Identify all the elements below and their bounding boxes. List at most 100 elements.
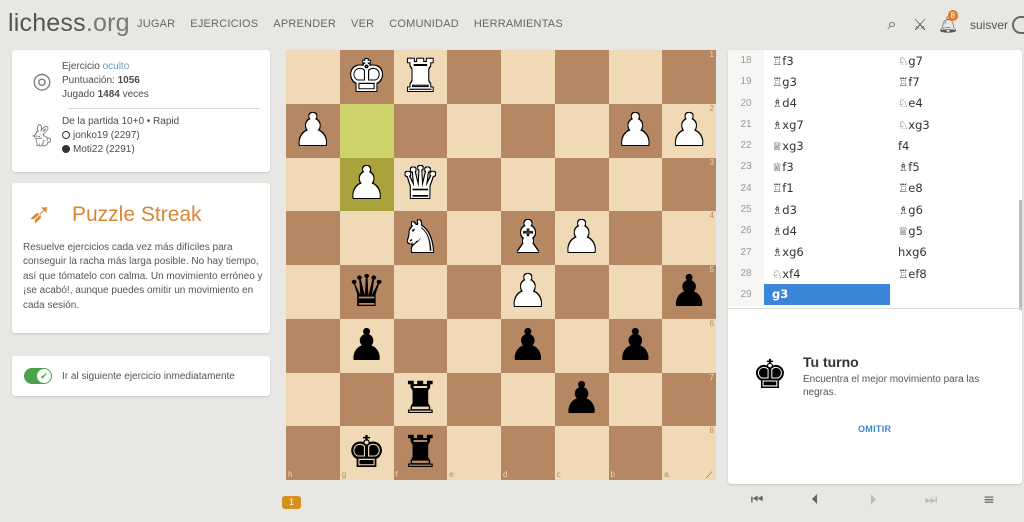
nav-herramientas[interactable]: HERRAMIENTAS — [474, 18, 563, 30]
square-f2[interactable] — [393, 103, 448, 158]
auto-next-toggle[interactable]: ✔ — [24, 368, 52, 384]
square-c5[interactable] — [554, 265, 609, 319]
square-f1[interactable]: ♜ — [393, 50, 448, 104]
square-a3[interactable]: 3 — [662, 157, 716, 212]
black-pawn-piece[interactable]: ♟ — [669, 269, 708, 314]
square-g7[interactable] — [339, 372, 394, 427]
square-c3[interactable] — [554, 157, 609, 212]
nav-ver[interactable]: VER — [351, 18, 374, 30]
square-h3[interactable] — [286, 157, 340, 212]
square-g4[interactable] — [339, 211, 394, 265]
white-move[interactable]: ♖f3 — [764, 54, 890, 68]
square-e3[interactable] — [447, 157, 501, 212]
square-d4[interactable]: ♝ — [501, 211, 555, 265]
nav-comunidad[interactable]: COMUNIDAD — [389, 18, 459, 30]
square-b4[interactable] — [608, 211, 663, 265]
square-d5[interactable]: ♟ — [501, 265, 555, 319]
square-d2[interactable] — [501, 103, 555, 158]
white-move[interactable]: ♗xg6 — [764, 245, 890, 259]
square-e1[interactable] — [447, 50, 501, 104]
white-pawn-piece[interactable]: ♟ — [508, 269, 547, 314]
square-a4[interactable]: 4 — [662, 211, 716, 265]
square-a5[interactable]: ♟ 5 — [662, 265, 716, 319]
square-e8[interactable]: e — [447, 426, 501, 480]
black-move[interactable]: ♕g5 — [890, 224, 1016, 238]
white-pawn-piece[interactable]: ♟ — [669, 108, 708, 153]
black-move[interactable]: ♘e4 — [890, 96, 1016, 110]
black-pawn-piece[interactable]: ♟ — [508, 323, 547, 368]
square-d6[interactable]: ♟ — [501, 318, 555, 373]
square-f7[interactable]: ♜ — [393, 372, 448, 427]
white-rook-piece[interactable]: ♜ — [401, 54, 440, 99]
square-h6[interactable] — [286, 318, 340, 373]
white-move[interactable]: g3 — [764, 284, 890, 306]
black-move[interactable]: ♘g7 — [890, 54, 1016, 68]
square-e7[interactable] — [447, 372, 501, 427]
exercise-hidden-link[interactable]: oculto — [103, 61, 130, 72]
square-h1[interactable] — [286, 50, 340, 104]
black-move[interactable]: f4 — [890, 139, 1016, 153]
white-move[interactable]: ♕f3 — [764, 160, 890, 174]
square-g3[interactable]: ♟ — [339, 157, 394, 212]
square-b7[interactable] — [608, 372, 663, 427]
menu-icon[interactable]: ≡ — [960, 492, 1018, 508]
black-queen-piece[interactable]: ♛ — [347, 269, 386, 314]
square-f3[interactable]: ♛ — [393, 157, 448, 212]
black-move[interactable]: ♗f5 — [890, 160, 1016, 174]
square-b2[interactable]: ♟ — [608, 103, 663, 158]
streak-title[interactable]: Puzzle Streak — [72, 203, 202, 227]
square-e6[interactable] — [447, 318, 501, 373]
black-king-piece[interactable]: ♚ — [347, 431, 386, 475]
black-move[interactable]: ♖f7 — [890, 75, 1016, 89]
white-move[interactable]: ♗d4 — [764, 96, 890, 110]
notification-bell-icon[interactable]: 🔔︎ 8 — [934, 10, 962, 38]
nav-jugar[interactable]: JUGAR — [137, 18, 175, 30]
square-d1[interactable] — [501, 50, 555, 104]
white-pawn-piece[interactable]: ♟ — [347, 162, 386, 206]
square-d7[interactable] — [501, 372, 555, 427]
white-move[interactable]: ♗d4 — [764, 224, 890, 238]
black-pawn-piece[interactable]: ♟ — [562, 377, 601, 421]
square-g2[interactable] — [339, 103, 394, 158]
black-player[interactable]: Moti22 (2291) — [73, 144, 135, 155]
square-g5[interactable]: ♛ — [339, 265, 394, 319]
square-e2[interactable] — [447, 103, 501, 158]
source-game-link[interactable]: De la partida 10+0 • Rapid — [62, 115, 179, 129]
search-icon[interactable]: ⌕ — [878, 12, 906, 38]
prev-move-button[interactable]: ⏴ — [786, 492, 844, 508]
white-move[interactable]: ♘xf4 — [764, 267, 890, 281]
square-c8[interactable]: c — [554, 426, 609, 480]
square-b8[interactable]: b — [608, 426, 663, 480]
black-move[interactable]: ♘xg3 — [890, 118, 1016, 132]
last-move-button[interactable]: ⏭ — [902, 492, 960, 508]
square-b1[interactable] — [608, 50, 663, 104]
first-move-button[interactable]: ⏮ — [728, 492, 786, 508]
white-knight-piece[interactable]: ♞ — [401, 216, 440, 260]
move-list-scrollbar[interactable] — [1019, 200, 1022, 310]
white-move[interactable]: ♗d3 — [764, 203, 890, 217]
black-rook-piece[interactable]: ♜ — [401, 431, 440, 475]
square-g6[interactable]: ♟ — [339, 318, 394, 373]
chess-board[interactable]: ♚ ♜ 1 ♟ ♟ ♟ 2 ♟ ♛ 3 ♞ ♝ ♟ 4 ♛ ♟ ♟ 5 ♟ ♟ ♟ 6 ♜ ♟ 7 h ♚ g ♜ f e d c b 8 a — [286, 50, 716, 480]
white-move[interactable]: ♖g3 — [764, 75, 890, 89]
black-move[interactable]: ♖e8 — [890, 181, 1016, 195]
white-pawn-piece[interactable]: ♟ — [616, 108, 655, 153]
square-a7[interactable]: 7 — [662, 372, 716, 427]
white-move[interactable]: ♕xg3 — [764, 139, 890, 153]
puzzle-streak-panel[interactable]: ➶ Puzzle Streak Resuelve ejercicios cada… — [12, 183, 270, 333]
white-move[interactable]: ♗xg7 — [764, 118, 890, 132]
white-bishop-piece[interactable]: ♝ — [508, 216, 547, 260]
black-pawn-piece[interactable]: ♟ — [616, 323, 655, 368]
square-b6[interactable]: ♟ — [608, 318, 663, 373]
square-d8[interactable]: d — [501, 426, 555, 480]
black-pawn-piece[interactable]: ♟ — [347, 323, 386, 368]
square-f4[interactable]: ♞ — [393, 211, 448, 265]
square-g1[interactable]: ♚ — [339, 50, 394, 104]
square-c7[interactable]: ♟ — [554, 372, 609, 427]
white-pawn-piece[interactable]: ♟ — [293, 108, 332, 153]
nav-aprender[interactable]: APRENDER — [273, 18, 336, 30]
square-d3[interactable] — [501, 157, 555, 212]
nav-ejercicios[interactable]: EJERCICIOS — [190, 18, 258, 30]
square-e4[interactable] — [447, 211, 501, 265]
square-b3[interactable] — [608, 157, 663, 212]
